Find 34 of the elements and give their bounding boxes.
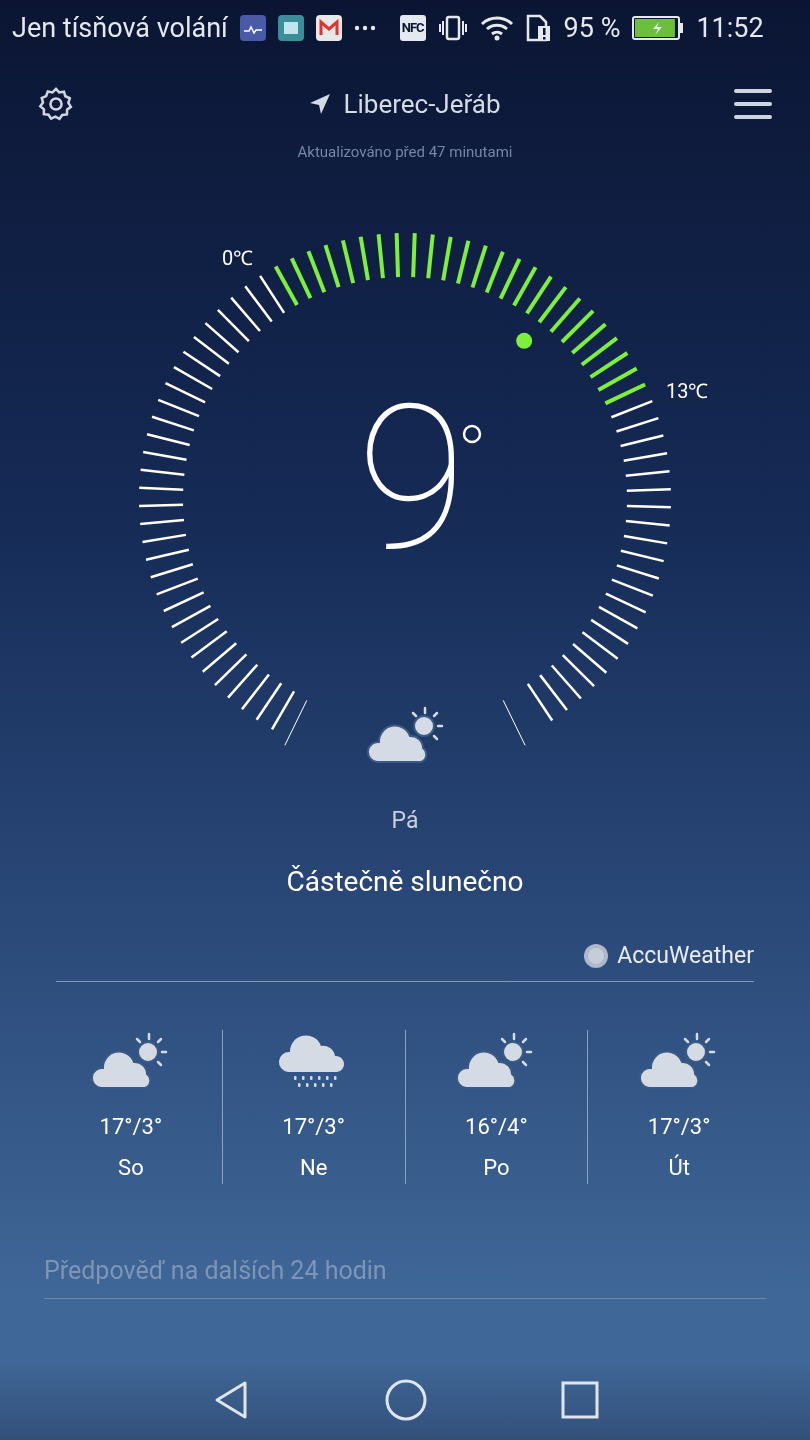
- more-icon: [353, 25, 376, 31]
- current-day: Pá: [391, 807, 419, 834]
- clock: 11:52: [696, 10, 764, 46]
- weather-condition: Částečně slunečno: [286, 864, 524, 898]
- forecast-temperature: 17°/3°: [647, 1113, 711, 1141]
- provider-name: AccuWeather: [617, 940, 754, 971]
- degree-icon: [461, 423, 483, 445]
- gallery-app-icon: [277, 15, 304, 41]
- mail-app-icon: [315, 15, 342, 41]
- forecast-day: Po: [483, 1151, 510, 1184]
- sim-alert-icon: [525, 14, 552, 42]
- battery-icon: [632, 15, 685, 41]
- health-app-icon: [239, 15, 266, 41]
- low-temperature-label: 0℃: [222, 245, 254, 272]
- wifi-icon: [479, 15, 514, 41]
- forecast-temperature: 17°/3°: [99, 1113, 163, 1141]
- hourly-forecast-title: Předpověď na dalších 24 hodin: [44, 1256, 387, 1285]
- location-arrow-icon: [309, 93, 332, 115]
- battery-percentage: 95 %: [563, 10, 621, 46]
- sun-icon: [583, 942, 610, 969]
- forecast-temperature: 17°/3°: [282, 1113, 345, 1141]
- forecast-day: Út: [668, 1151, 690, 1184]
- nfc-icon: NFC: [399, 15, 426, 41]
- vibrate-icon: [437, 15, 468, 41]
- update-time: Aktualizováno před 47 minutami: [297, 143, 513, 161]
- forecast-day: Ne: [299, 1151, 328, 1184]
- current-temperature: 9: [357, 379, 467, 579]
- forecast-day: So: [118, 1151, 144, 1184]
- forecast-temperature: 16°/4°: [465, 1113, 528, 1141]
- location-name: Liberec-Jeřáb: [343, 87, 501, 121]
- high-temperature-label: 13℃: [666, 378, 709, 405]
- status-text: Jen tísňová volání: [12, 10, 228, 46]
- recents-button[interactable]: [561, 1381, 600, 1419]
- home-button[interactable]: [384, 1378, 428, 1422]
